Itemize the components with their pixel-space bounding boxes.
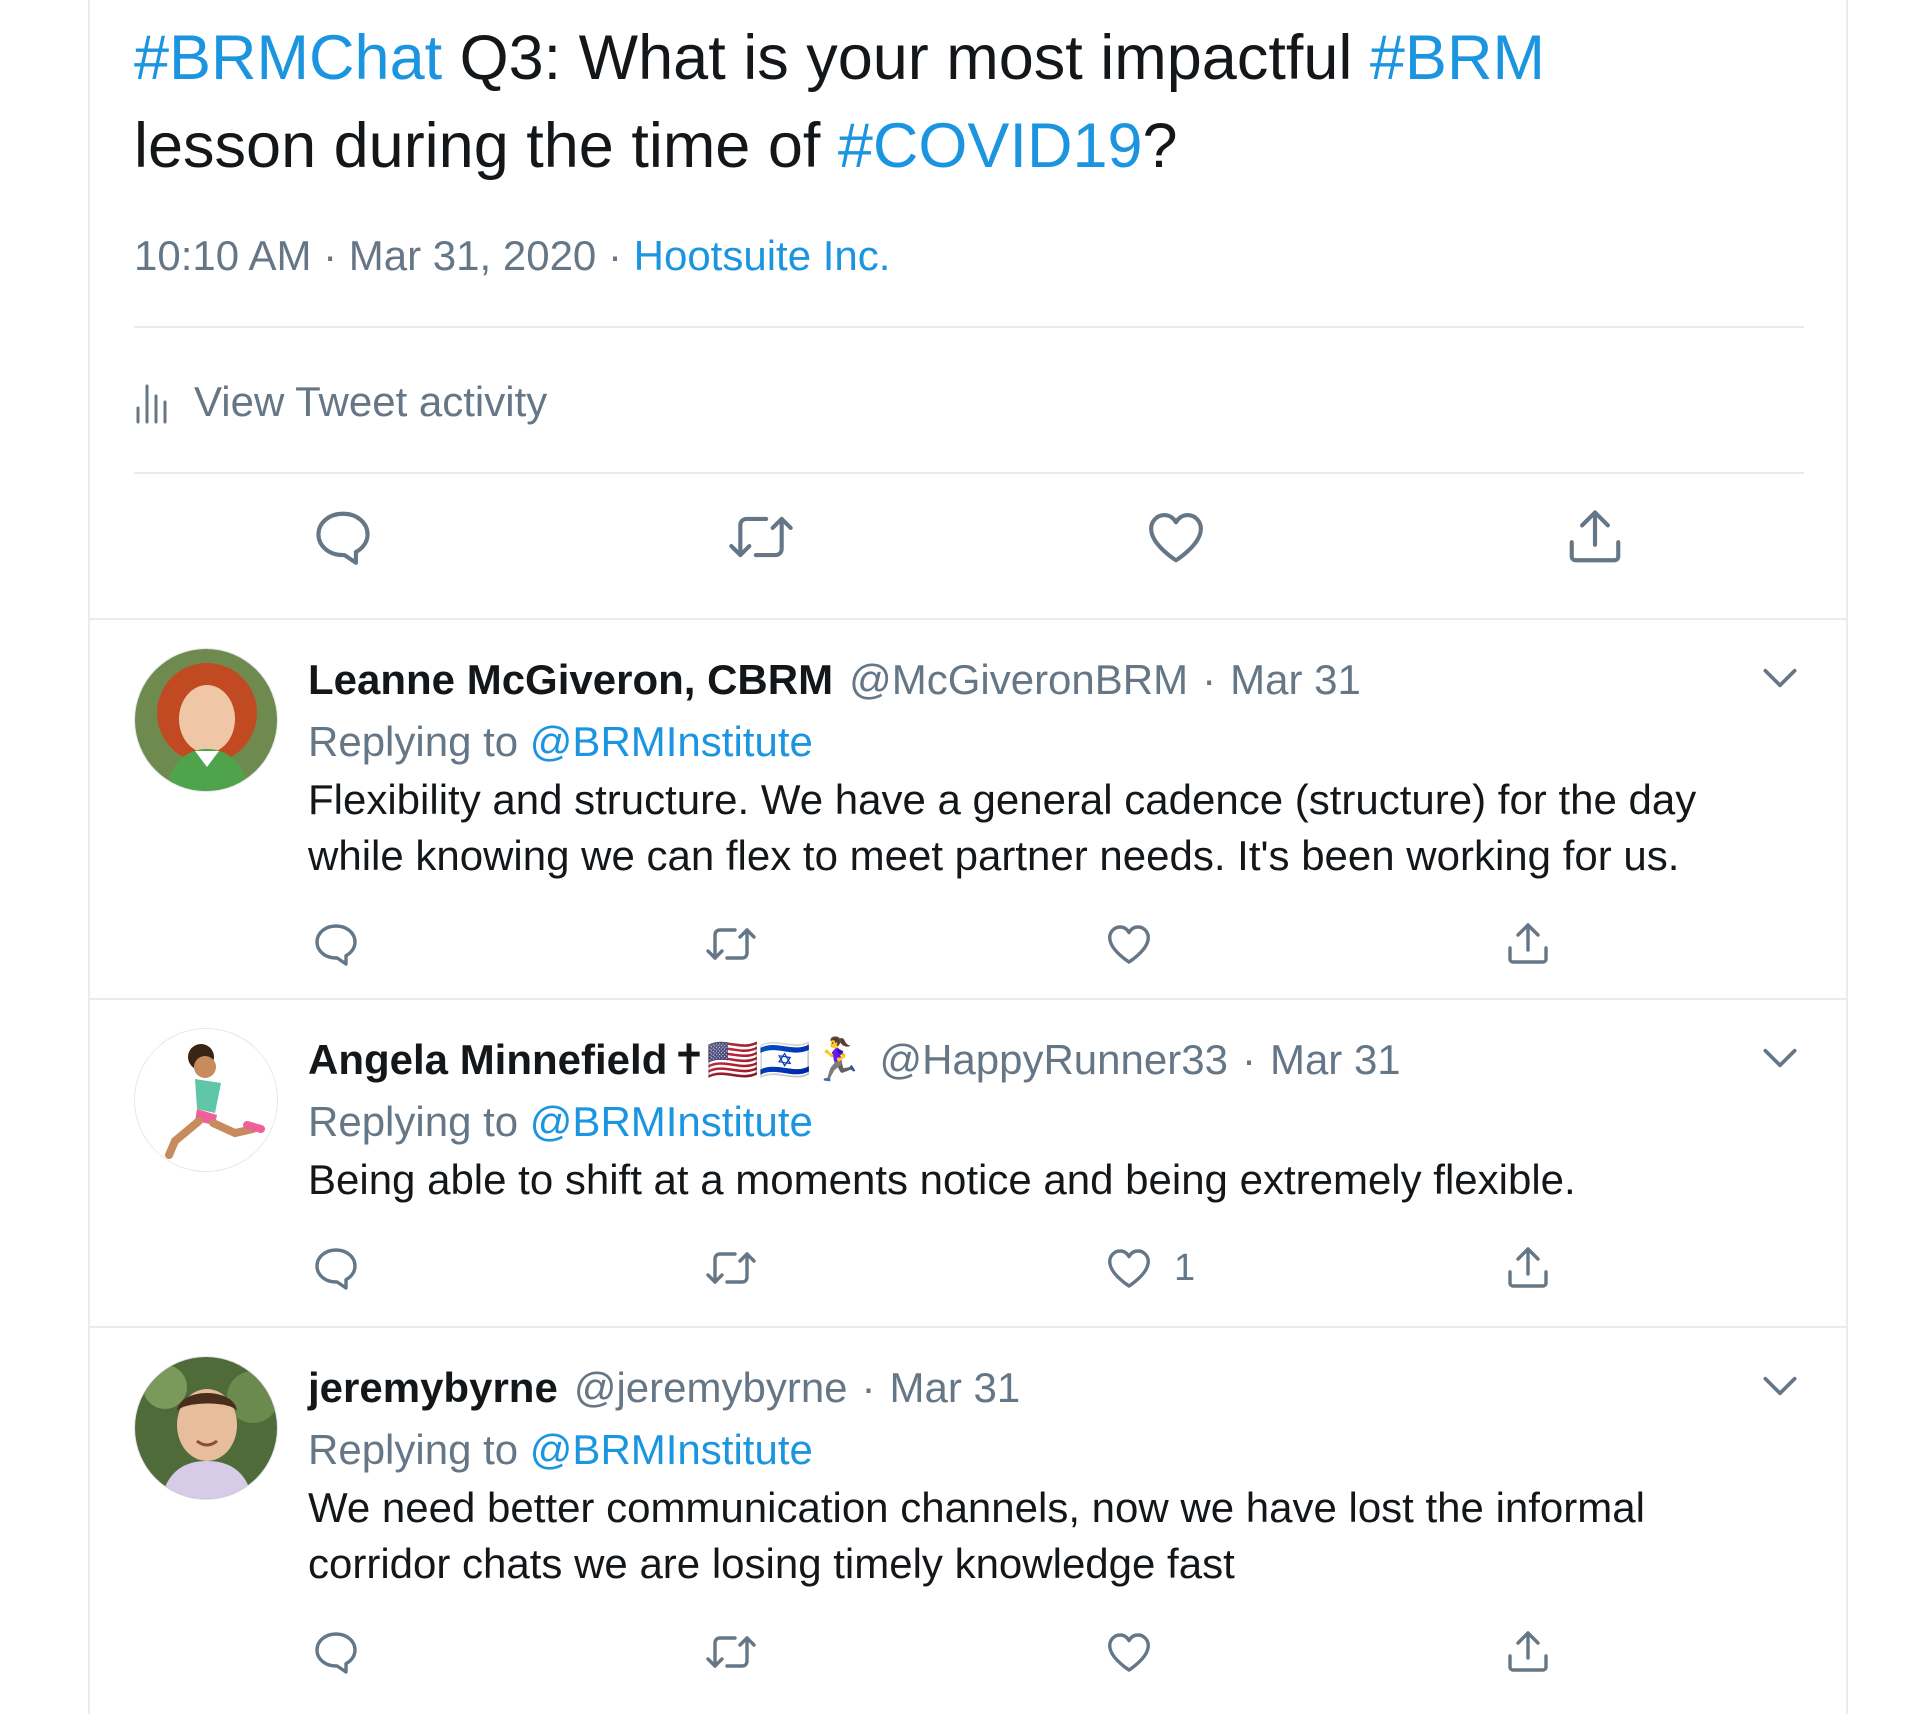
hashtag-brm[interactable]: #BRM (1370, 23, 1545, 93)
user-name[interactable]: Angela Minnefield (308, 1030, 667, 1090)
reply-tweet[interactable]: jeremybyrne @jeremybyrne · Mar 31 Replyi… (90, 1328, 1846, 1714)
replying-to-label: Replying to (308, 1426, 530, 1473)
retweet-button[interactable] (704, 1628, 758, 1676)
like-icon (1108, 1633, 1150, 1672)
reply-button[interactable] (312, 1244, 360, 1292)
tweet-text-segment: ? (1142, 111, 1178, 181)
share-icon (1508, 923, 1548, 964)
reply-actions (90, 920, 1846, 1000)
hashtag-covid19[interactable]: #COVID19 (838, 111, 1143, 181)
reply-tweet[interactable]: Leanne McGiveron, CBRM @McGiveronBRM · M… (90, 620, 1846, 998)
name-emojis: ✝🇺🇸🇮🇱🏃‍♀️ (671, 1036, 864, 1083)
reply-button[interactable] (312, 920, 360, 968)
like-button[interactable]: 1 (1104, 1244, 1195, 1292)
retweet-icon (706, 1636, 756, 1668)
meta-separator: · (311, 232, 349, 279)
tweet-meta: 10:10 AM · Mar 31, 2020 · Hootsuite Inc. (134, 228, 890, 284)
view-tweet-activity-label: View Tweet activity (194, 378, 548, 425)
share-button[interactable] (1504, 1628, 1552, 1676)
user-handle[interactable]: @McGiveronBRM (849, 650, 1188, 710)
retweet-button[interactable] (726, 506, 796, 568)
share-icon (1508, 1631, 1548, 1672)
replying-to-label: Replying to (308, 1098, 530, 1145)
replying-to-label: Replying to (308, 718, 530, 765)
divider (134, 472, 1804, 474)
reply-button[interactable] (312, 1628, 360, 1676)
tweet-text-segment: lesson during the time of (134, 111, 838, 181)
like-count: 1 (1174, 1246, 1196, 1289)
more-options-button[interactable] (1758, 1364, 1802, 1408)
replying-to-link[interactable]: @BRMInstitute (530, 1098, 813, 1145)
reply-icon (316, 511, 370, 565)
avatar[interactable] (134, 648, 278, 792)
retweet-icon (729, 516, 793, 558)
chevron-down-icon (1763, 668, 1797, 688)
reply-text: Being able to shift at a moments notice … (308, 1156, 1576, 1203)
like-icon (1108, 1249, 1150, 1288)
replying-to: Replying to @BRMInstitute (308, 712, 813, 772)
replying-to-link[interactable]: @BRMInstitute (530, 718, 813, 765)
share-icon (1569, 510, 1621, 563)
more-options-button[interactable] (1758, 1036, 1802, 1080)
like-button[interactable] (1104, 920, 1174, 968)
view-tweet-activity-button[interactable]: View Tweet activity (134, 372, 547, 432)
share-icon (1508, 1247, 1548, 1288)
meta-separator: · (1202, 656, 1217, 703)
reply-header: jeremybyrne @jeremybyrne · Mar 31 (308, 1358, 1020, 1418)
like-icon (1149, 512, 1203, 563)
like-icon (1108, 925, 1150, 964)
retweet-button[interactable] (704, 1244, 758, 1292)
bar-chart-icon (134, 380, 168, 424)
reply-header: Angela Minnefield ✝🇺🇸🇮🇱🏃‍♀️ @HappyRunner3… (308, 1030, 1401, 1090)
meta-separator: · (1241, 1036, 1256, 1083)
share-button[interactable] (1504, 1244, 1552, 1292)
reply-icon (315, 924, 357, 966)
share-button[interactable] (1564, 506, 1626, 568)
reply-actions (90, 1628, 1846, 1708)
retweet-icon (706, 928, 756, 960)
replying-to-link[interactable]: @BRMInstitute (530, 1426, 813, 1473)
user-name[interactable]: jeremybyrne (308, 1358, 558, 1418)
reply-text: Flexibility and structure. We have a gen… (308, 776, 1697, 879)
reply-date[interactable]: Mar 31 (1270, 1030, 1401, 1090)
reply-actions: 1 (90, 1244, 1846, 1324)
chevron-down-icon (1763, 1048, 1797, 1068)
retweet-button[interactable] (704, 920, 758, 968)
like-button[interactable] (1104, 1628, 1174, 1676)
user-handle[interactable]: @jeremybyrne (574, 1358, 848, 1418)
divider (134, 326, 1804, 328)
main-tweet-text: #BRMChat Q3: What is your most impactful… (134, 14, 1794, 190)
meta-separator: · (596, 232, 634, 279)
meta-separator: · (861, 1364, 876, 1411)
replying-to: Replying to @BRMInstitute (308, 1092, 813, 1152)
reply-tweet[interactable]: Angela Minnefield ✝🇺🇸🇮🇱🏃‍♀️ @HappyRunner3… (90, 1000, 1846, 1326)
avatar[interactable] (134, 1028, 278, 1172)
share-button[interactable] (1504, 920, 1552, 968)
chevron-down-icon (1763, 1376, 1797, 1396)
avatar[interactable] (134, 1356, 278, 1500)
tweet-text-segment: Q3: What is your most impactful (442, 23, 1370, 93)
reply-button[interactable] (312, 506, 374, 568)
user-name[interactable]: Leanne McGiveron, CBRM (308, 650, 833, 710)
tweet-date[interactable]: Mar 31, 2020 (349, 232, 597, 279)
reply-date[interactable]: Mar 31 (890, 1358, 1021, 1418)
like-button[interactable] (1144, 506, 1208, 568)
reply-text: We need better communication channels, n… (308, 1484, 1645, 1587)
tweet-column: #BRMChat Q3: What is your most impactful… (88, 0, 1848, 1714)
reply-date[interactable]: Mar 31 (1230, 650, 1361, 710)
more-options-button[interactable] (1758, 656, 1802, 700)
reply-header: Leanne McGiveron, CBRM @McGiveronBRM · M… (308, 650, 1361, 710)
reply-icon (315, 1632, 357, 1674)
replying-to: Replying to @BRMInstitute (308, 1420, 813, 1480)
reply-icon (315, 1248, 357, 1290)
tweet-source-link[interactable]: Hootsuite Inc. (634, 232, 891, 279)
retweet-icon (706, 1252, 756, 1284)
tweet-time[interactable]: 10:10 AM (134, 232, 311, 279)
hashtag-brmchat[interactable]: #BRMChat (134, 23, 442, 93)
user-handle[interactable]: @HappyRunner33 (879, 1030, 1228, 1090)
main-tweet-actions (90, 506, 1846, 586)
